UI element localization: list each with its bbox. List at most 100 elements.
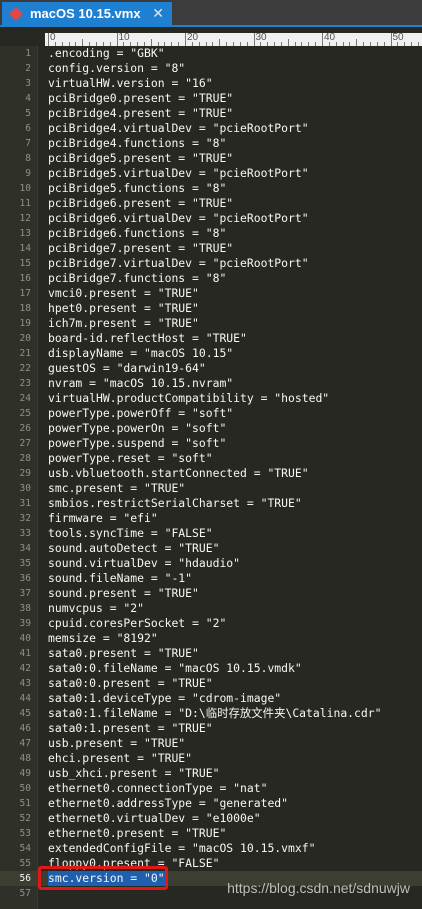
code-line[interactable]: 32 firmware = "efi" xyxy=(0,511,422,526)
line-text[interactable]: powerType.suspend = "soft" xyxy=(48,436,226,451)
line-text[interactable]: extendedConfigFile = "macOS 10.15.vmxf" xyxy=(48,841,315,856)
code-line[interactable]: 53 ethernet0.present = "TRUE" xyxy=(0,826,422,841)
line-text[interactable]: pciBridge4.present = "TRUE" xyxy=(48,106,233,121)
line-text[interactable]: sata0:1.fileName = "D:\临时存放文件夹\Catalina.… xyxy=(48,706,381,721)
line-text[interactable]: pciBridge7.virtualDev = "pcieRootPort" xyxy=(48,256,309,271)
line-text[interactable]: pciBridge5.virtualDev = "pcieRootPort" xyxy=(48,166,309,181)
line-text[interactable]: cpuid.coresPerSocket = "2" xyxy=(48,616,226,631)
line-text[interactable]: config.version = "8" xyxy=(48,61,185,76)
code-line[interactable]: 41 sata0.present = "TRUE" xyxy=(0,646,422,661)
line-text[interactable]: pciBridge7.functions = "8" xyxy=(48,271,226,286)
line-text[interactable]: tools.syncTime = "FALSE" xyxy=(48,526,213,541)
code-line[interactable]: 38 numvcpus = "2" xyxy=(0,601,422,616)
code-line[interactable]: 27 powerType.suspend = "soft" xyxy=(0,436,422,451)
line-text[interactable]: pciBridge4.virtualDev = "pcieRootPort" xyxy=(48,121,309,136)
line-text[interactable]: smc.present = "TRUE" xyxy=(48,481,185,496)
line-text[interactable]: ich7m.present = "TRUE" xyxy=(48,316,199,331)
line-text[interactable]: nvram = "macOS 10.15.nvram" xyxy=(48,376,233,391)
code-line[interactable]: 51 ethernet0.addressType = "generated" xyxy=(0,796,422,811)
line-text[interactable]: pciBridge6.present = "TRUE" xyxy=(48,196,233,211)
code-line[interactable]: 43 sata0:0.present = "TRUE" xyxy=(0,676,422,691)
code-line[interactable]: 14 pciBridge7.present = "TRUE" xyxy=(0,241,422,256)
code-line[interactable]: 46 sata0:1.present = "TRUE" xyxy=(0,721,422,736)
line-text[interactable]: virtualHW.productCompatibility = "hosted… xyxy=(48,391,329,406)
code-editor[interactable]: 1 .encoding = "GBK" 2 config.version = "8" 3… xyxy=(0,46,422,901)
line-text[interactable]: ethernet0.addressType = "generated" xyxy=(48,796,288,811)
code-line[interactable]: 21 displayName = "macOS 10.15" xyxy=(0,346,422,361)
line-text[interactable]: usb.vbluetooth.startConnected = "TRUE" xyxy=(48,466,309,481)
line-text[interactable]: powerType.reset = "soft" xyxy=(48,451,213,466)
code-line[interactable]: 34 sound.autoDetect = "TRUE" xyxy=(0,541,422,556)
line-text[interactable]: ethernet0.present = "TRUE" xyxy=(48,826,226,841)
line-text[interactable]: sound.autoDetect = "TRUE" xyxy=(48,541,219,556)
close-icon[interactable]: ✕ xyxy=(152,5,164,22)
line-text[interactable]: powerType.powerOn = "soft" xyxy=(48,421,226,436)
line-text[interactable]: numvcpus = "2" xyxy=(48,601,144,616)
line-text[interactable]: pciBridge4.functions = "8" xyxy=(48,136,226,151)
line-text[interactable]: sata0:0.present = "TRUE" xyxy=(48,676,213,691)
line-text[interactable]: sata0:0.fileName = "macOS 10.15.vmdk" xyxy=(48,661,302,676)
code-line[interactable]: 44 sata0:1.deviceType = "cdrom-image" xyxy=(0,691,422,706)
code-line[interactable]: 25 powerType.powerOff = "soft" xyxy=(0,406,422,421)
code-line[interactable]: 24 virtualHW.productCompatibility = "host… xyxy=(0,391,422,406)
code-line[interactable]: 47 usb.present = "TRUE" xyxy=(0,736,422,751)
tab-macos-vmx[interactable]: macOS 10.15.vmx ✕ xyxy=(2,2,172,25)
code-line[interactable]: 39 cpuid.coresPerSocket = "2" xyxy=(0,616,422,631)
code-line[interactable]: 30 smc.present = "TRUE" xyxy=(0,481,422,496)
code-line[interactable]: 15 pciBridge7.virtualDev = "pcieRootPort" xyxy=(0,256,422,271)
code-line[interactable]: 49 usb_xhci.present = "TRUE" xyxy=(0,766,422,781)
code-line[interactable]: 13 pciBridge6.functions = "8" xyxy=(0,226,422,241)
code-line[interactable]: 16 pciBridge7.functions = "8" xyxy=(0,271,422,286)
code-line[interactable]: 1 .encoding = "GBK" xyxy=(0,46,422,61)
code-line[interactable]: 42 sata0:0.fileName = "macOS 10.15.vmdk" xyxy=(0,661,422,676)
code-line[interactable]: 18 hpet0.present = "TRUE" xyxy=(0,301,422,316)
line-text[interactable]: board-id.reflectHost = "TRUE" xyxy=(48,331,247,346)
code-line[interactable]: 12 pciBridge6.virtualDev = "pcieRootPort" xyxy=(0,211,422,226)
code-line[interactable]: 45 sata0:1.fileName = "D:\临时存放文件夹\Catalin… xyxy=(0,706,422,721)
code-line[interactable]: 4 pciBridge0.present = "TRUE" xyxy=(0,91,422,106)
line-text[interactable]: pciBridge7.present = "TRUE" xyxy=(48,241,233,256)
code-line[interactable]: 23 nvram = "macOS 10.15.nvram" xyxy=(0,376,422,391)
code-line[interactable]: 36 sound.fileName = "-1" xyxy=(0,571,422,586)
code-line[interactable]: 6 pciBridge4.virtualDev = "pcieRootPort" xyxy=(0,121,422,136)
line-text[interactable]: sound.present = "TRUE" xyxy=(48,586,199,601)
line-text[interactable]: sound.fileName = "-1" xyxy=(48,571,192,586)
line-text[interactable]: virtualHW.version = "16" xyxy=(48,76,213,91)
line-text[interactable]: displayName = "macOS 10.15" xyxy=(48,346,233,361)
line-text[interactable]: firmware = "efi" xyxy=(48,511,158,526)
line-text[interactable]: pciBridge6.virtualDev = "pcieRootPort" xyxy=(48,211,309,226)
code-line[interactable]: 9 pciBridge5.virtualDev = "pcieRootPort" xyxy=(0,166,422,181)
code-line[interactable]: 40 memsize = "8192" xyxy=(0,631,422,646)
line-text[interactable]: smbios.restrictSerialCharset = "TRUE" xyxy=(48,496,302,511)
line-text[interactable]: pciBridge5.functions = "8" xyxy=(48,181,226,196)
code-line[interactable]: 28 powerType.reset = "soft" xyxy=(0,451,422,466)
code-line[interactable]: 19 ich7m.present = "TRUE" xyxy=(0,316,422,331)
line-text[interactable]: powerType.powerOff = "soft" xyxy=(48,406,233,421)
line-text[interactable]: pciBridge5.present = "TRUE" xyxy=(48,151,233,166)
code-line[interactable]: 17 vmci0.present = "TRUE" xyxy=(0,286,422,301)
line-text[interactable]: sound.virtualDev = "hdaudio" xyxy=(48,556,240,571)
code-line[interactable]: 3 virtualHW.version = "16" xyxy=(0,76,422,91)
line-text[interactable]: ethernet0.connectionType = "nat" xyxy=(48,781,267,796)
code-line[interactable]: 33 tools.syncTime = "FALSE" xyxy=(0,526,422,541)
code-line[interactable]: 29 usb.vbluetooth.startConnected = "TRUE" xyxy=(0,466,422,481)
code-line[interactable]: 50 ethernet0.connectionType = "nat" xyxy=(0,781,422,796)
line-text[interactable]: usb.present = "TRUE" xyxy=(48,736,185,751)
line-text[interactable]: hpet0.present = "TRUE" xyxy=(48,301,199,316)
code-line[interactable]: 5 pciBridge4.present = "TRUE" xyxy=(0,106,422,121)
line-text[interactable]: sata0.present = "TRUE" xyxy=(48,646,199,661)
line-text[interactable]: ehci.present = "TRUE" xyxy=(48,751,192,766)
code-line[interactable]: 52 ethernet0.virtualDev = "e1000e" xyxy=(0,811,422,826)
code-line[interactable]: 8 pciBridge5.present = "TRUE" xyxy=(0,151,422,166)
code-line[interactable]: 22 guestOS = "darwin19-64" xyxy=(0,361,422,376)
code-line[interactable]: 7 pciBridge4.functions = "8" xyxy=(0,136,422,151)
line-text[interactable]: ethernet0.virtualDev = "e1000e" xyxy=(48,811,261,826)
line-text[interactable]: usb_xhci.present = "TRUE" xyxy=(48,766,219,781)
code-line[interactable]: 37 sound.present = "TRUE" xyxy=(0,586,422,601)
line-text[interactable]: sata0:1.deviceType = "cdrom-image" xyxy=(48,691,281,706)
line-text[interactable]: .encoding = "GBK" xyxy=(48,46,165,61)
line-text[interactable]: guestOS = "darwin19-64" xyxy=(48,361,206,376)
code-line[interactable]: 10 pciBridge5.functions = "8" xyxy=(0,181,422,196)
code-line[interactable]: 48 ehci.present = "TRUE" xyxy=(0,751,422,766)
line-text[interactable]: vmci0.present = "TRUE" xyxy=(48,286,199,301)
